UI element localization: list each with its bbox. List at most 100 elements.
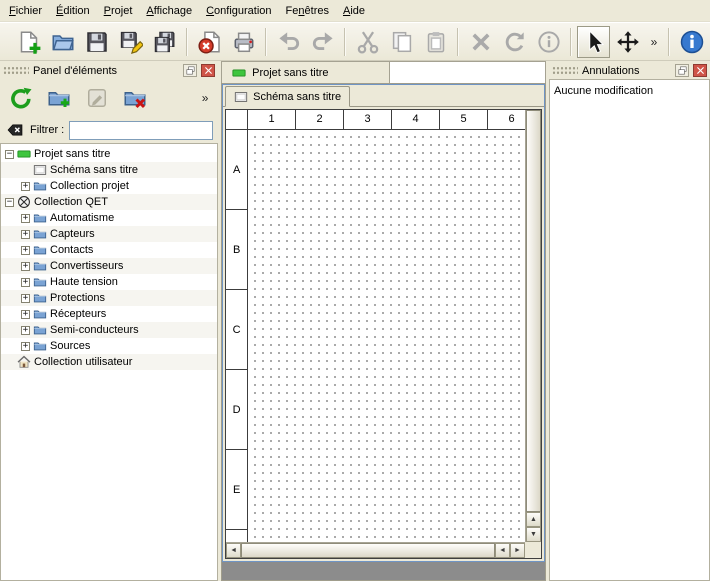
diagram-canvas[interactable]: [248, 130, 525, 542]
save-all-button[interactable]: [148, 26, 181, 58]
hscroll-thumb[interactable]: [241, 543, 495, 558]
float-undo-button[interactable]: [675, 64, 689, 77]
column-header: 3: [344, 110, 392, 129]
tree-item[interactable]: +Capteurs: [1, 226, 217, 242]
tree-item[interactable]: +Contacts: [1, 242, 217, 258]
tree-item[interactable]: +Récepteurs: [1, 306, 217, 322]
redo-button[interactable]: [306, 26, 339, 58]
new-element-button[interactable]: [44, 83, 74, 113]
scroll-up-button[interactable]: ▲: [526, 512, 541, 527]
tree-item[interactable]: Schéma sans titre: [1, 162, 217, 178]
tree-item[interactable]: Collection utilisateur: [1, 354, 217, 370]
close-undo-button[interactable]: [693, 64, 707, 77]
folder-icon: [33, 339, 47, 353]
tree-item[interactable]: +Protections: [1, 290, 217, 306]
rotate-button[interactable]: [498, 26, 531, 58]
move-tool-button[interactable]: [611, 26, 644, 58]
expand-icon[interactable]: +: [21, 246, 30, 255]
copy-icon: [390, 30, 414, 54]
menu-configuration[interactable]: Configuration: [199, 0, 278, 21]
tree-item[interactable]: +Automatisme: [1, 210, 217, 226]
scroll-down-button[interactable]: ▼: [526, 527, 541, 542]
expand-icon[interactable]: +: [21, 310, 30, 319]
tree-item[interactable]: + Semi-conducteurs: [1, 322, 217, 338]
expand-icon[interactable]: +: [21, 230, 30, 239]
home-icon: [17, 355, 31, 369]
dock-grip[interactable]: [552, 66, 578, 75]
panel-overflow-button[interactable]: »: [198, 83, 212, 113]
info-button[interactable]: [532, 26, 565, 58]
undo-list-item[interactable]: Aucune modification: [554, 83, 705, 98]
toolbar-separator: [570, 28, 572, 56]
collapse-icon[interactable]: −: [5, 198, 14, 207]
clear-filter-button[interactable]: [5, 121, 25, 139]
tree-item[interactable]: +Convertisseurs: [1, 258, 217, 274]
down-arrow-icon: ▼: [530, 531, 537, 538]
delete-button[interactable]: [464, 26, 497, 58]
menu-affichage[interactable]: Affichage: [139, 0, 199, 21]
tree-item-label: Haute tension: [50, 276, 118, 288]
project-tabbar: Projet sans titre: [221, 61, 546, 83]
elements-panel-toolbar: »: [0, 79, 218, 117]
close-panel-button[interactable]: [201, 64, 215, 77]
save-button[interactable]: [80, 26, 113, 58]
paste-button[interactable]: [419, 26, 452, 58]
reload-collections-button[interactable]: [6, 83, 36, 113]
save-as-button[interactable]: [114, 26, 147, 58]
folder-icon: [33, 291, 47, 305]
expand-icon[interactable]: +: [21, 262, 30, 271]
tab-schema[interactable]: Schéma sans titre: [225, 86, 350, 107]
close-document-icon: [198, 30, 222, 54]
expand-icon[interactable]: +: [21, 214, 30, 223]
menu-edition[interactable]: Édition: [49, 0, 97, 21]
expand-icon[interactable]: +: [21, 326, 30, 335]
close-file-button[interactable]: [193, 26, 226, 58]
toolbar-separator: [186, 28, 188, 56]
copy-button[interactable]: [385, 26, 418, 58]
dock-grip[interactable]: [3, 66, 29, 75]
scroll-left2-button[interactable]: ◄: [495, 543, 510, 558]
tree-item[interactable]: −Projet sans titre: [1, 146, 217, 162]
tree-item[interactable]: −Collection QET: [1, 194, 217, 210]
tree-item[interactable]: + Haute tension: [1, 274, 217, 290]
elements-panel-titlebar[interactable]: Panel d'éléments: [0, 61, 218, 79]
save-all-icon: [153, 30, 177, 54]
toolbar-separator: [344, 28, 346, 56]
select-tool-button[interactable]: [577, 26, 610, 58]
menu-fichier[interactable]: Fichier: [2, 0, 49, 21]
elements-panel: Panel d'éléments » Filtrer : −Projet san…: [0, 61, 218, 581]
cut-button[interactable]: [351, 26, 384, 58]
toolbar-separator: [265, 28, 267, 56]
float-icon: [186, 66, 195, 75]
delete-element-button[interactable]: [120, 83, 150, 113]
vertical-scrollbar[interactable]: ▲ ▼: [525, 110, 541, 542]
new-document-button[interactable]: [12, 26, 45, 58]
scroll-right-button[interactable]: ►: [510, 543, 525, 558]
undo-panel-titlebar[interactable]: Annulations: [549, 61, 710, 79]
about-button[interactable]: [675, 26, 708, 58]
expand-icon[interactable]: +: [21, 294, 30, 303]
tree-item[interactable]: +Collection projet: [1, 178, 217, 194]
menu-aide[interactable]: Aide: [336, 0, 372, 21]
float-panel-button[interactable]: [183, 64, 197, 77]
vscroll-thumb[interactable]: [526, 110, 541, 512]
expand-icon[interactable]: +: [21, 278, 30, 287]
tree-item[interactable]: +Sources: [1, 338, 217, 354]
filter-input[interactable]: [69, 121, 213, 140]
tree-item-label: Semi-conducteurs: [50, 324, 139, 336]
open-project-button[interactable]: [46, 26, 79, 58]
edit-element-button[interactable]: [82, 83, 112, 113]
undo-button[interactable]: [272, 26, 305, 58]
toolbar-overflow-button[interactable]: »: [645, 26, 663, 58]
collapse-icon[interactable]: −: [5, 150, 14, 159]
tab-project[interactable]: Projet sans titre: [222, 62, 390, 83]
horizontal-scrollbar[interactable]: ◄ ◄ ►: [226, 542, 525, 558]
save-as-icon: [119, 30, 143, 54]
scroll-left-button[interactable]: ◄: [226, 543, 241, 558]
expand-icon[interactable]: +: [21, 342, 30, 351]
folder-icon: [33, 179, 47, 193]
print-button[interactable]: [227, 26, 260, 58]
menu-projet[interactable]: Projet: [97, 0, 140, 21]
expand-icon[interactable]: +: [21, 182, 30, 191]
menu-fenetres[interactable]: Fenêtres: [279, 0, 336, 21]
